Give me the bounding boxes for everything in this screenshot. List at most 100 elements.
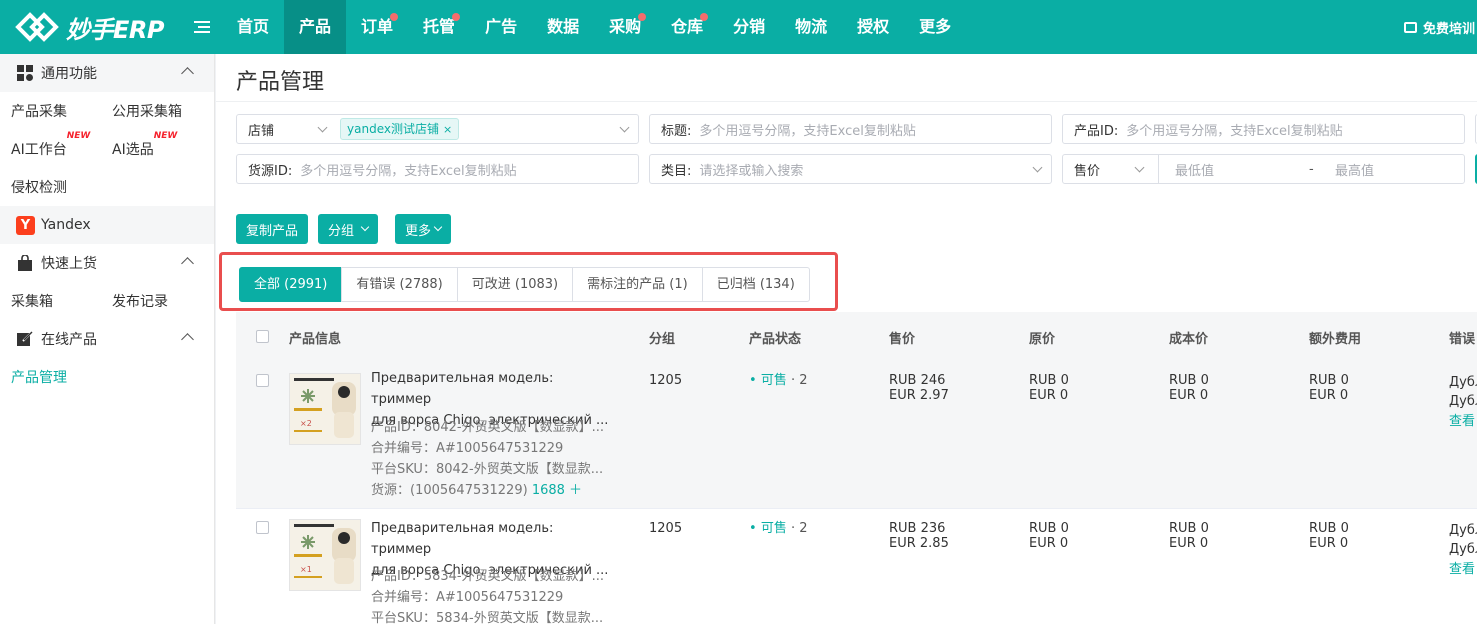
nav-ads[interactable]: 广告 xyxy=(470,0,532,54)
group-button[interactable]: 分组 xyxy=(318,214,379,244)
view-errors-link[interactable]: 查看 xyxy=(1449,412,1477,431)
sidebar-section-general[interactable]: 通用功能 xyxy=(0,54,214,92)
product-id-field[interactable]: 产品ID: 多个用逗号分隔，支持Excel复制粘贴 xyxy=(1062,114,1465,144)
nav-warehouse[interactable]: 仓库 xyxy=(656,0,718,54)
store-select[interactable]: 店铺 yandex测试店铺 × xyxy=(236,114,639,144)
source-id-field[interactable]: 货源ID: 多个用逗号分隔，支持Excel复制粘贴 xyxy=(236,154,639,184)
sidebar-item-collect[interactable]: 产品采集 xyxy=(0,101,101,121)
nav-hosting[interactable]: 托管 xyxy=(408,0,470,54)
copy-product-button[interactable]: 复制产品 xyxy=(236,214,309,244)
sidebar-platform-yandex[interactable]: Y Yandex xyxy=(0,206,214,244)
range-separator: - xyxy=(1309,161,1314,177)
nav-logistics[interactable]: 物流 xyxy=(780,0,842,54)
table-row[interactable]: ×2 Предварительная модель: триммер для в… xyxy=(236,361,1477,508)
category-select[interactable]: 类目: 请选择或输入搜索 xyxy=(649,154,1052,184)
row-checkbox[interactable] xyxy=(256,374,269,387)
nav-data[interactable]: 数据 xyxy=(532,0,594,54)
price-type-select[interactable]: 售价 xyxy=(1063,160,1100,179)
nav-orders[interactable]: 订单 xyxy=(346,0,408,54)
col-error: 错误 xyxy=(1449,332,1476,347)
sidebar-item-publish-records[interactable]: 发布记录 xyxy=(101,291,202,311)
sidebar-item-ai-workbench[interactable]: AI工作台 NEW xyxy=(0,131,101,159)
chevron-down-icon xyxy=(1032,162,1043,173)
chevron-down-icon xyxy=(317,122,328,133)
sidebar-item-public-box[interactable]: 公用采集箱 xyxy=(101,101,202,121)
tab-archived[interactable]: 已归档 (134) xyxy=(701,267,810,302)
sidebar-section-quick[interactable]: 快速上货 xyxy=(0,244,214,282)
nav-purchase[interactable]: 采购 xyxy=(594,0,656,54)
col-original-price: 原价 xyxy=(1029,332,1056,347)
nav-home[interactable]: 首页 xyxy=(222,0,284,54)
merge-number: 合并编号：A#1005647531229 xyxy=(371,441,564,456)
notification-dot xyxy=(390,13,399,21)
max-price-input[interactable]: 最高值 xyxy=(1327,160,1374,179)
price-range[interactable]: 售价 最低值 - 最高值 xyxy=(1062,154,1465,184)
notification-dot xyxy=(452,13,461,21)
menu-toggle-icon[interactable] xyxy=(182,15,222,39)
top-navbar: 妙手ERP 首页 产品 订单 托管 广告 数据 采购 仓库 分销 物流 授权 更… xyxy=(0,0,1477,54)
sidebar-section-online[interactable]: 在线产品 xyxy=(0,320,214,358)
nav-more[interactable]: 更多 xyxy=(904,0,966,54)
page-title: 产品管理 xyxy=(236,70,325,95)
col-extra-fee: 额外费用 xyxy=(1309,332,1362,347)
sidebar-item-infringe[interactable]: 侵权检测 xyxy=(0,177,101,197)
main-nav: 首页 产品 订单 托管 广告 数据 采购 仓库 分销 物流 授权 更多 xyxy=(222,0,966,54)
col-group: 分组 xyxy=(649,332,676,347)
notification-dot xyxy=(700,13,709,21)
row-original-price: RUB 0 EUR 0 xyxy=(1029,373,1069,403)
tab-errors[interactable]: 有错误 (2788) xyxy=(341,267,458,302)
table-row[interactable]: ×1 Предварительная модель: триммер для в… xyxy=(236,508,1477,624)
row-checkbox[interactable] xyxy=(256,521,269,534)
table-header: 产品信息 分组 产品状态 售价 原价 成本价 额外费用 错误 xyxy=(236,312,1477,361)
chevron-up-icon xyxy=(181,333,194,346)
sidebar-item-ai-select[interactable]: AI选品 NEW xyxy=(101,131,202,159)
row-status: • 可售 · 2 xyxy=(749,373,808,388)
row-original-price: RUB 0 EUR 0 xyxy=(1029,521,1069,551)
sidebar: 通用功能 产品采集 公用采集箱 AI工作台 NEW AI选品 NEW 侵权检测 Y … xyxy=(0,54,215,624)
chevron-up-icon xyxy=(181,257,194,270)
logo[interactable]: 妙手ERP xyxy=(0,9,180,45)
nav-products[interactable]: 产品 xyxy=(284,0,347,54)
select-all-checkbox[interactable] xyxy=(256,330,269,343)
status-tabs: 全部 (2991) 有错误 (2788) 可改进 (1083) 需标注的产品 (… xyxy=(239,267,810,302)
thumb-qty: ×1 xyxy=(300,565,312,574)
edit-icon xyxy=(16,330,34,348)
product-id: 产品ID：8042-外贸英文版【数显款】... xyxy=(371,420,605,435)
title-field[interactable]: 标题: 多个用逗号分隔，支持Excel复制粘贴 xyxy=(649,114,1052,144)
source-link[interactable]: 1688 ＋ xyxy=(532,483,582,498)
nav-authorization[interactable]: 授权 xyxy=(842,0,904,54)
free-training-link[interactable]: 免费培训 xyxy=(1403,0,1477,54)
monitor-icon xyxy=(1403,21,1417,33)
close-icon[interactable]: × xyxy=(443,123,452,136)
col-product-info: 产品信息 xyxy=(289,332,342,347)
row-cost-price: RUB 0 EUR 0 xyxy=(1169,373,1209,403)
row-error: Дубл Дубл 查看 xyxy=(1449,373,1477,431)
merge-number: 合并编号：A#1005647531229 xyxy=(371,590,564,605)
chevron-up-icon xyxy=(181,67,194,80)
sidebar-item-collect-box[interactable]: 采集箱 xyxy=(0,291,101,311)
main-content: 产品管理 店铺 yandex测试店铺 × 标题: 多个用逗号分隔，支持Excel复… xyxy=(216,54,1477,624)
view-errors-link[interactable]: 查看 xyxy=(1449,560,1477,579)
more-button[interactable]: 更多 xyxy=(395,214,452,244)
chevron-down-icon xyxy=(619,122,630,133)
col-status: 产品状态 xyxy=(749,332,802,347)
new-badge: NEW xyxy=(153,131,178,141)
grid-icon xyxy=(16,64,34,82)
product-thumbnail[interactable]: ×1 xyxy=(289,519,361,591)
store-tag[interactable]: yandex测试店铺 × xyxy=(340,118,460,140)
chevron-down-icon xyxy=(1134,162,1145,173)
min-price-input[interactable]: 最低值 xyxy=(1167,160,1214,179)
col-cost-price: 成本价 xyxy=(1169,332,1209,347)
row-cost-price: RUB 0 EUR 0 xyxy=(1169,521,1209,551)
tab-improvable[interactable]: 可改进 (1083) xyxy=(456,267,574,302)
chevron-down-icon xyxy=(360,222,370,232)
sidebar-item-product-manage[interactable]: 产品管理 xyxy=(0,367,101,387)
product-thumbnail[interactable]: ×2 xyxy=(289,373,361,445)
yandex-icon: Y xyxy=(16,215,35,235)
tabs-highlight-box: 全部 (2991) 有错误 (2788) 可改进 (1083) 需标注的产品 (… xyxy=(219,252,838,311)
tab-all[interactable]: 全部 (2991) xyxy=(239,267,343,302)
row-group: 1205 xyxy=(649,373,683,388)
nav-distribution[interactable]: 分销 xyxy=(718,0,780,54)
tab-needs-label[interactable]: 需标注的产品 (1) xyxy=(572,267,703,302)
row-error: Дубл Дубл 查看 xyxy=(1449,521,1477,579)
